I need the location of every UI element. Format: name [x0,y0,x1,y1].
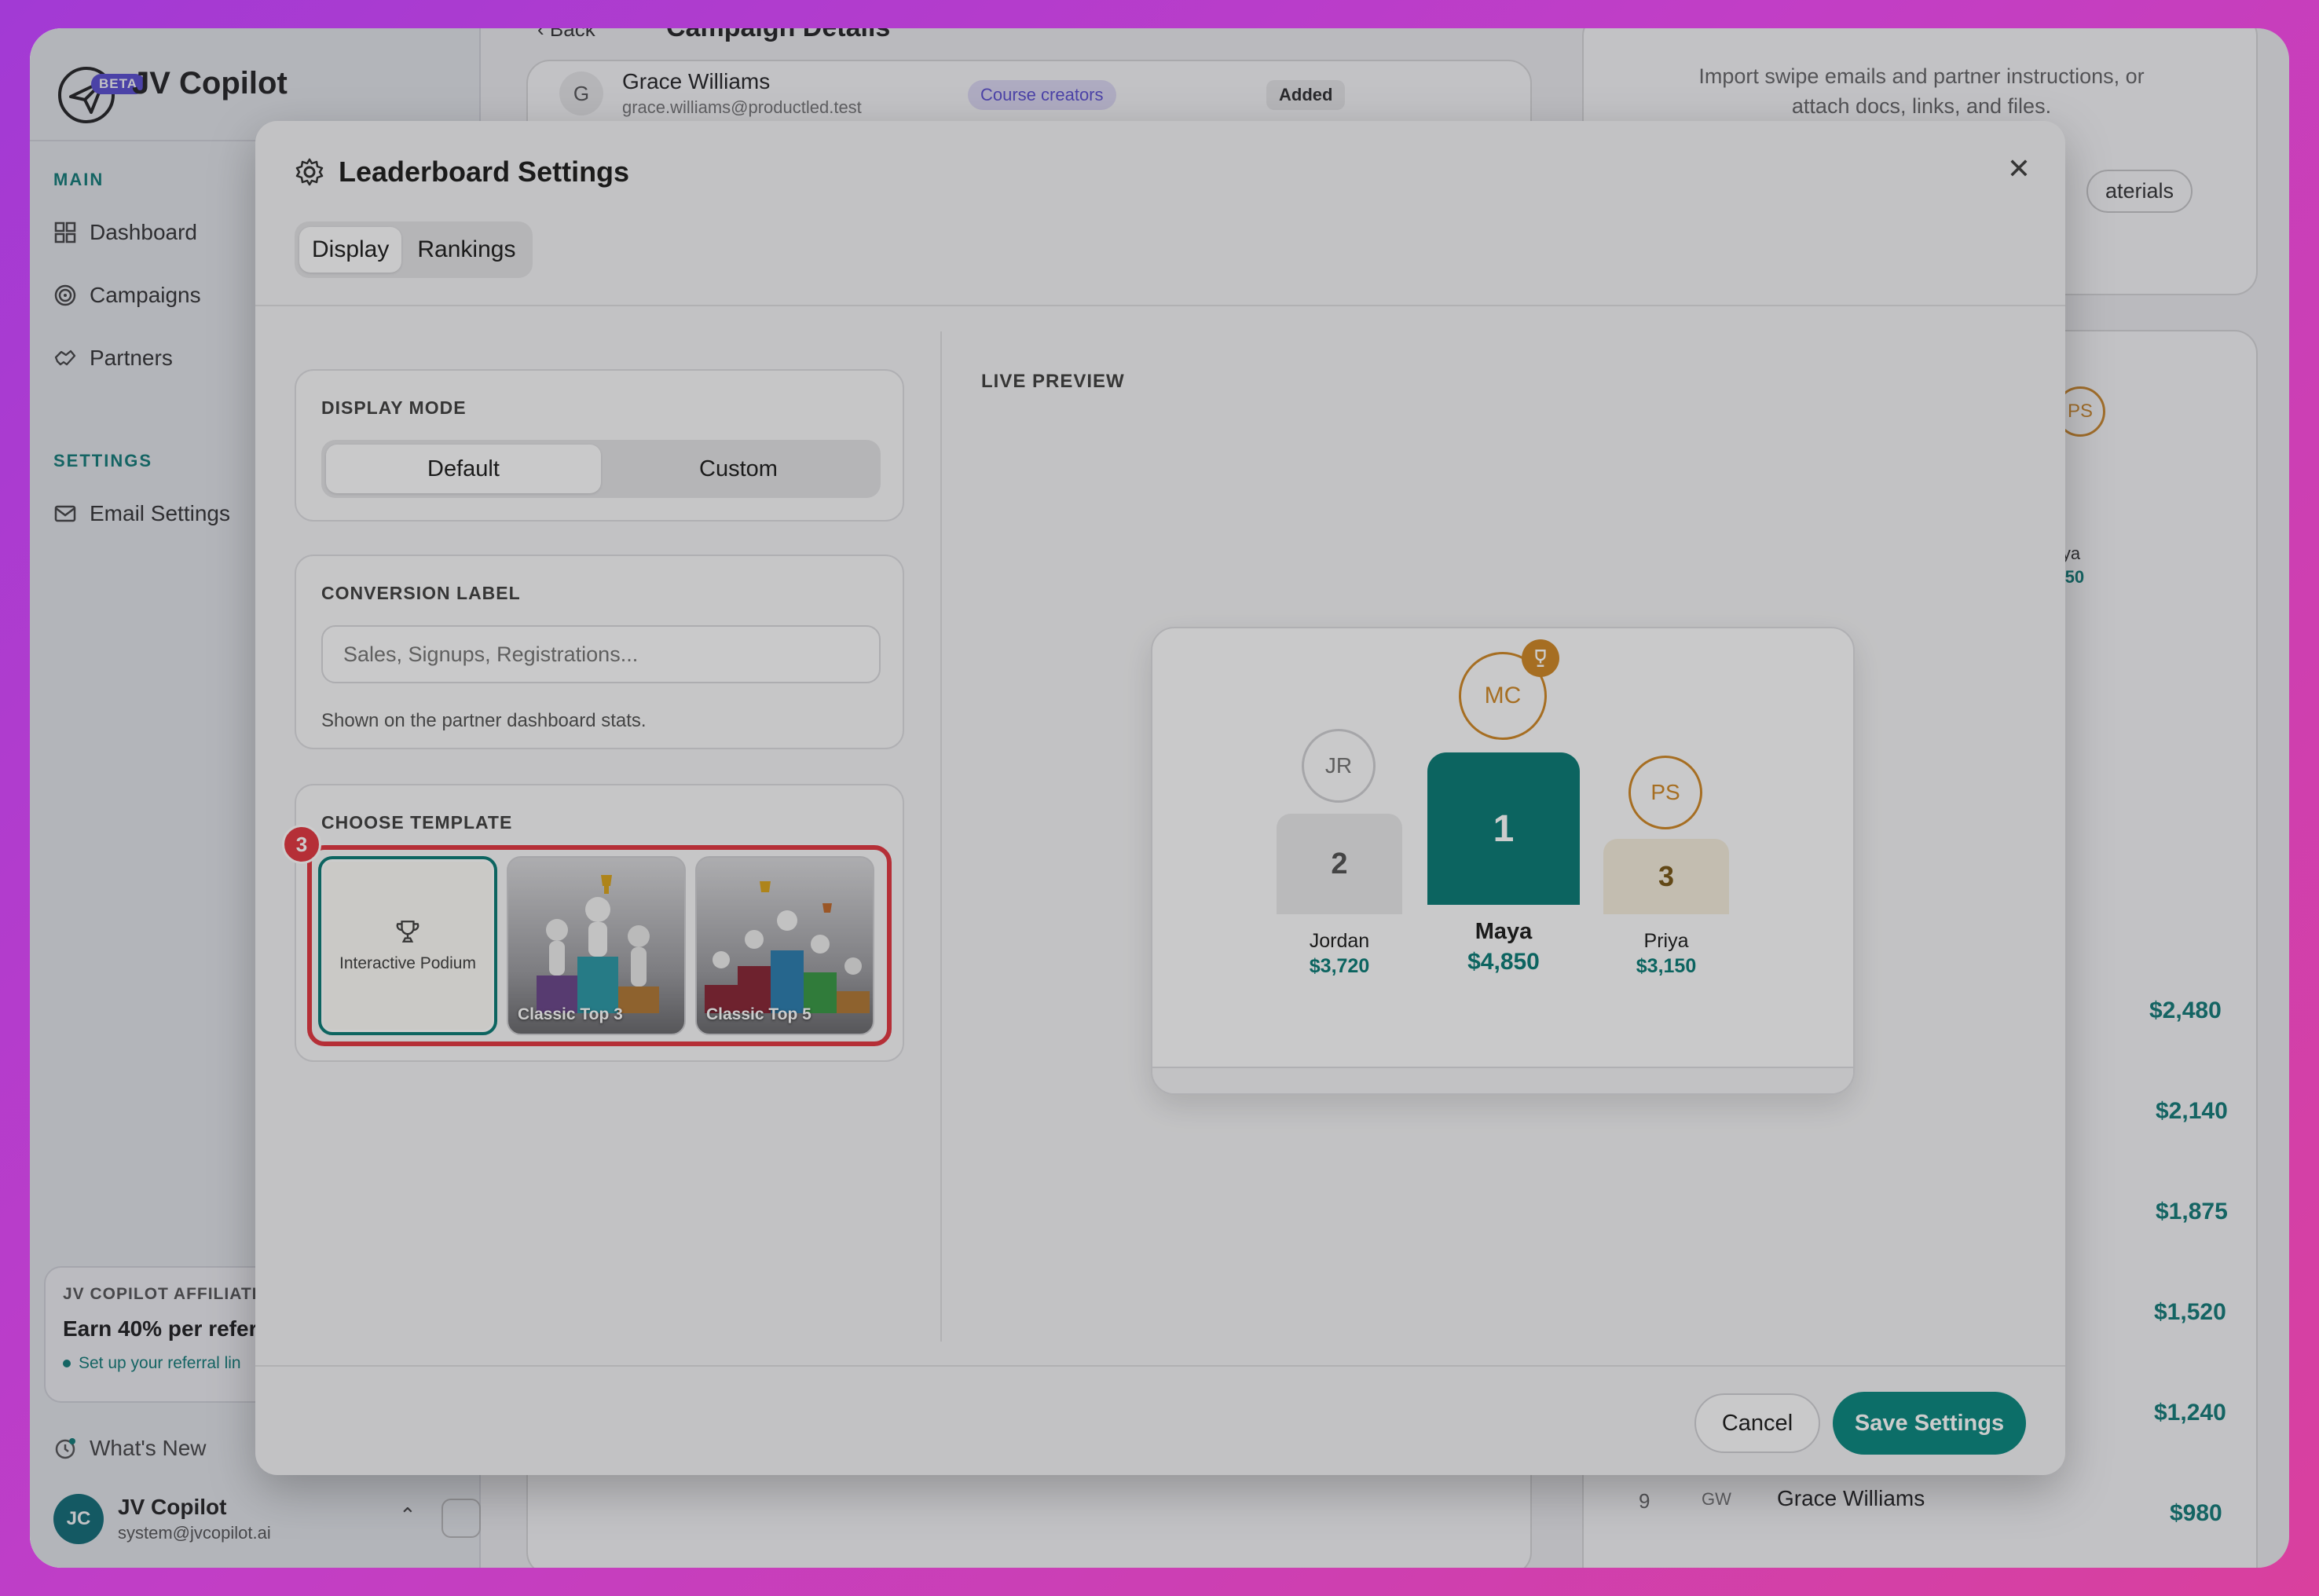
template-classic-top-5[interactable]: Classic Top 5 [695,856,874,1035]
live-preview-label: LIVE PREVIEW [981,371,1125,392]
conversion-label-card: CONVERSION LABEL Sales, Signups, Registr… [295,555,904,749]
template-label: Classic Top 5 [706,1005,811,1023]
crown-badge [1522,639,1559,677]
podium-amount: $3,150 [1636,955,1697,977]
podium-preview: JR 2 Jordan $3,720 MC 1 Maya $4,850 PS 3… [1151,627,1855,1095]
divider [255,305,2065,306]
display-mode-label: DISPLAY MODE [321,397,467,418]
modal-title: Leaderboard Settings [295,156,629,189]
step-badge: 3 [282,825,321,864]
trophy-icon [396,921,419,943]
podium-name: Jordan [1309,930,1370,952]
choose-template-label: CHOOSE TEMPLATE [321,812,513,833]
display-mode-card: DISPLAY MODE Default Custom [295,369,904,522]
podium-block-2: 2 [1277,814,1402,914]
conversion-label-helper: Shown on the partner dashboard stats. [321,710,647,731]
save-settings-button[interactable]: Save Settings [1833,1392,2026,1455]
template-interactive-podium[interactable]: Interactive Podium [318,856,497,1035]
leaderboard-settings-modal: Leaderboard Settings ✕ Display Rankings … [255,121,2065,1475]
template-label: Classic Top 3 [518,1005,623,1023]
template-classic-top-3[interactable]: Classic Top 3 [507,856,686,1035]
display-mode-default[interactable]: Default [326,445,601,493]
conversion-label-heading: CONVERSION LABEL [321,583,521,603]
avatar: PS [1628,756,1702,829]
divider [940,331,942,1342]
template-options: Interactive Podium Classic Top 3 Classic… [307,845,892,1046]
avatar: JR [1302,729,1376,803]
podium-amount: $3,720 [1309,955,1370,977]
podium-amount: $4,850 [1467,949,1540,975]
template-label: Interactive Podium [339,954,476,972]
trophy-icon [1535,650,1546,667]
settings-tabs: Display Rankings [295,221,533,278]
podium-block-3: 3 [1603,839,1729,914]
conversion-label-input[interactable]: Sales, Signups, Registrations... [321,625,881,683]
tab-display[interactable]: Display [299,227,402,273]
podium-name: Maya [1475,919,1533,944]
podium-name: Priya [1643,930,1689,952]
display-mode-toggle: Default Custom [321,440,881,498]
divider [255,1365,2065,1367]
display-mode-custom[interactable]: Custom [601,445,876,493]
modal-title-text: Leaderboard Settings [339,156,630,188]
tab-rankings[interactable]: Rankings [405,227,528,273]
choose-template-card: CHOOSE TEMPLATE Interactive Podium Class… [282,784,904,1062]
preview-footer [1152,1067,1853,1093]
podium-block-1: 1 [1427,752,1580,905]
close-icon[interactable]: ✕ [2007,152,2031,185]
cancel-button[interactable]: Cancel [1694,1393,1820,1453]
gear-icon [295,158,324,186]
